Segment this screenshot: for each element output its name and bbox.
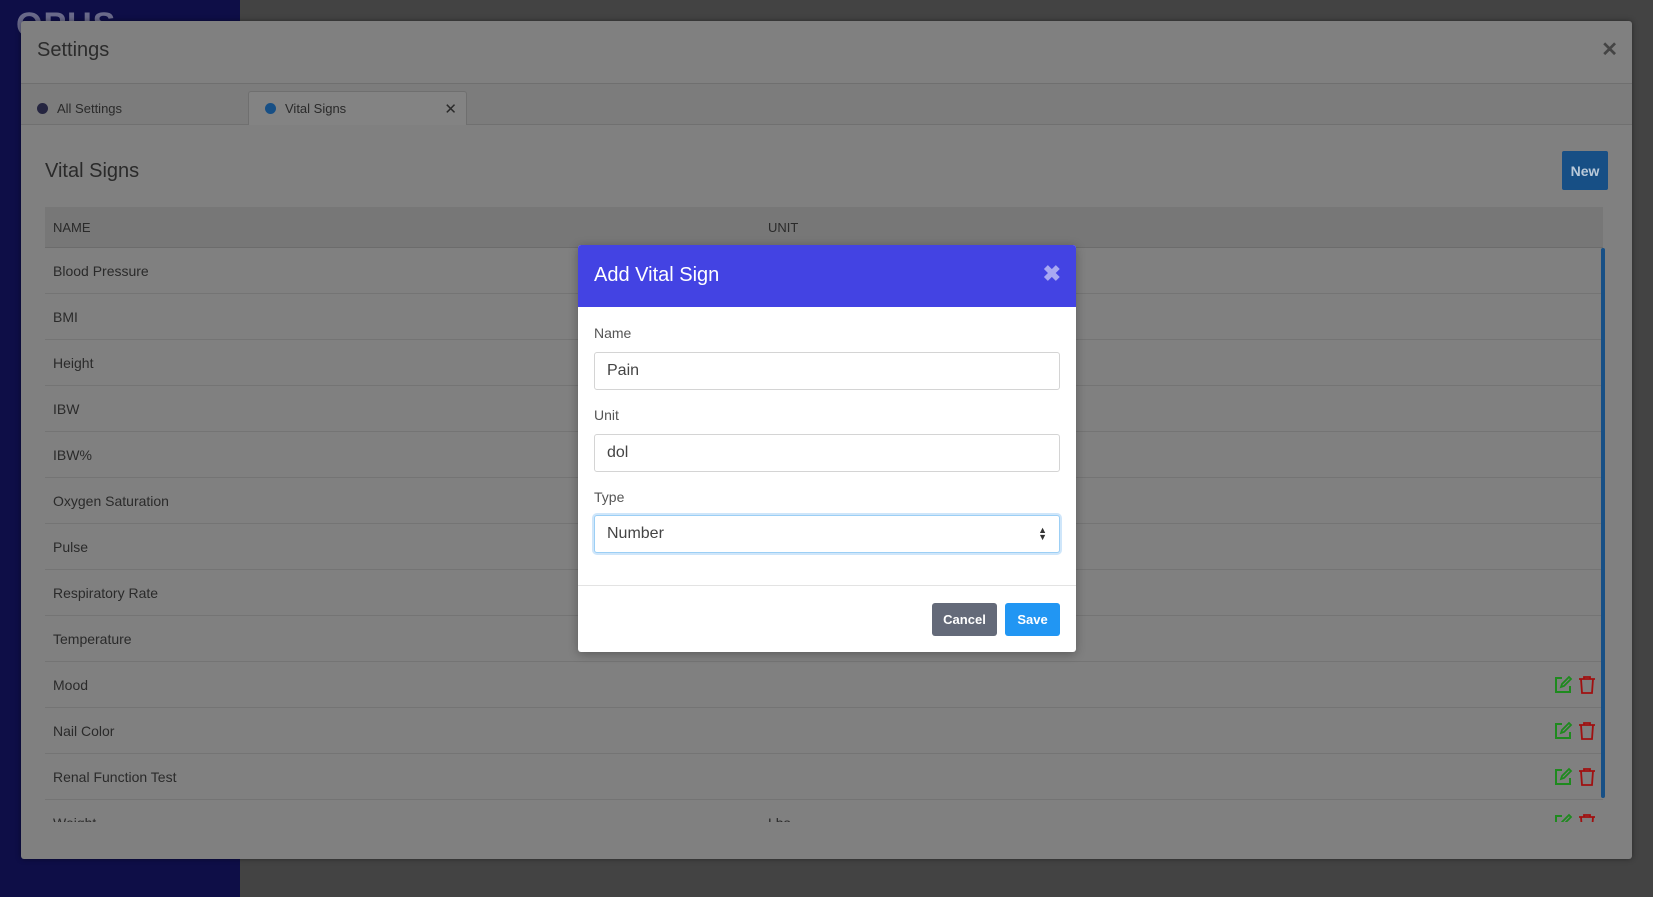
cancel-button[interactable]: Cancel [932, 603, 997, 636]
save-button[interactable]: Save [1005, 603, 1060, 636]
table-row: Mood [45, 662, 1603, 708]
modal-footer-divider [578, 585, 1076, 586]
dot-icon [37, 102, 48, 114]
tab-label: Vital Signs [285, 101, 347, 116]
select-arrows-icon: ▲ ▼ [1038, 525, 1047, 542]
edit-icon[interactable] [1553, 813, 1573, 822]
trash-icon[interactable] [1577, 767, 1597, 787]
trash-icon[interactable] [1577, 675, 1597, 695]
add-vital-sign-modal: Add Vital Sign ✖ Name Pain Unit dol Type… [578, 245, 1076, 652]
row-name: Weight [45, 815, 768, 823]
unit-value: dol [607, 444, 629, 461]
unit-input[interactable]: dol [594, 434, 1060, 472]
trash-icon[interactable] [1577, 813, 1597, 822]
type-value: Number [607, 525, 664, 542]
new-button[interactable]: New [1562, 151, 1608, 190]
tab-vital-signs[interactable]: Vital Signs ✕ [248, 91, 467, 125]
close-icon[interactable]: ✕ [1601, 37, 1618, 62]
table-header: NAME UNIT [45, 207, 1603, 248]
row-name: Renal Function Test [53, 768, 177, 785]
name-input[interactable]: Pain [594, 352, 1060, 390]
row-name: Mood [53, 676, 89, 693]
close-icon[interactable]: ✖ [1043, 261, 1061, 287]
table-row: WeightLbs [45, 800, 1603, 822]
edit-icon[interactable] [1553, 721, 1573, 741]
tab-label: All Settings [57, 100, 123, 116]
unit-label: Unit [594, 407, 619, 423]
name-value: Pain [607, 362, 640, 379]
dot-icon [265, 103, 276, 114]
type-label: Type [594, 489, 625, 505]
table-row: Nail Color [45, 708, 1603, 754]
name-label: Name [594, 325, 632, 341]
page-title: Vital Signs [45, 160, 140, 182]
table-row: Renal Function Test [45, 754, 1603, 800]
modal-header: Add Vital Sign ✖ [578, 245, 1076, 307]
trash-icon[interactable] [1577, 721, 1597, 741]
tab-all-settings[interactable]: All Settings [21, 91, 236, 125]
window-title: Settings [37, 39, 110, 61]
type-select[interactable]: Number ▲ ▼ [594, 515, 1060, 553]
modal-title: Add Vital Sign [594, 264, 720, 286]
row-name: Nail Color [53, 722, 115, 739]
row-unit: Lbs [768, 815, 1603, 823]
edit-icon[interactable] [1553, 767, 1573, 787]
tab-bar: All Settings Vital Signs ✕ [21, 84, 1632, 125]
header-name: NAME [53, 219, 91, 235]
header-unit: UNIT [768, 219, 799, 235]
scrollbar[interactable] [1601, 248, 1605, 798]
edit-icon[interactable] [1553, 675, 1573, 695]
close-tab-icon[interactable]: ✕ [444, 100, 457, 118]
